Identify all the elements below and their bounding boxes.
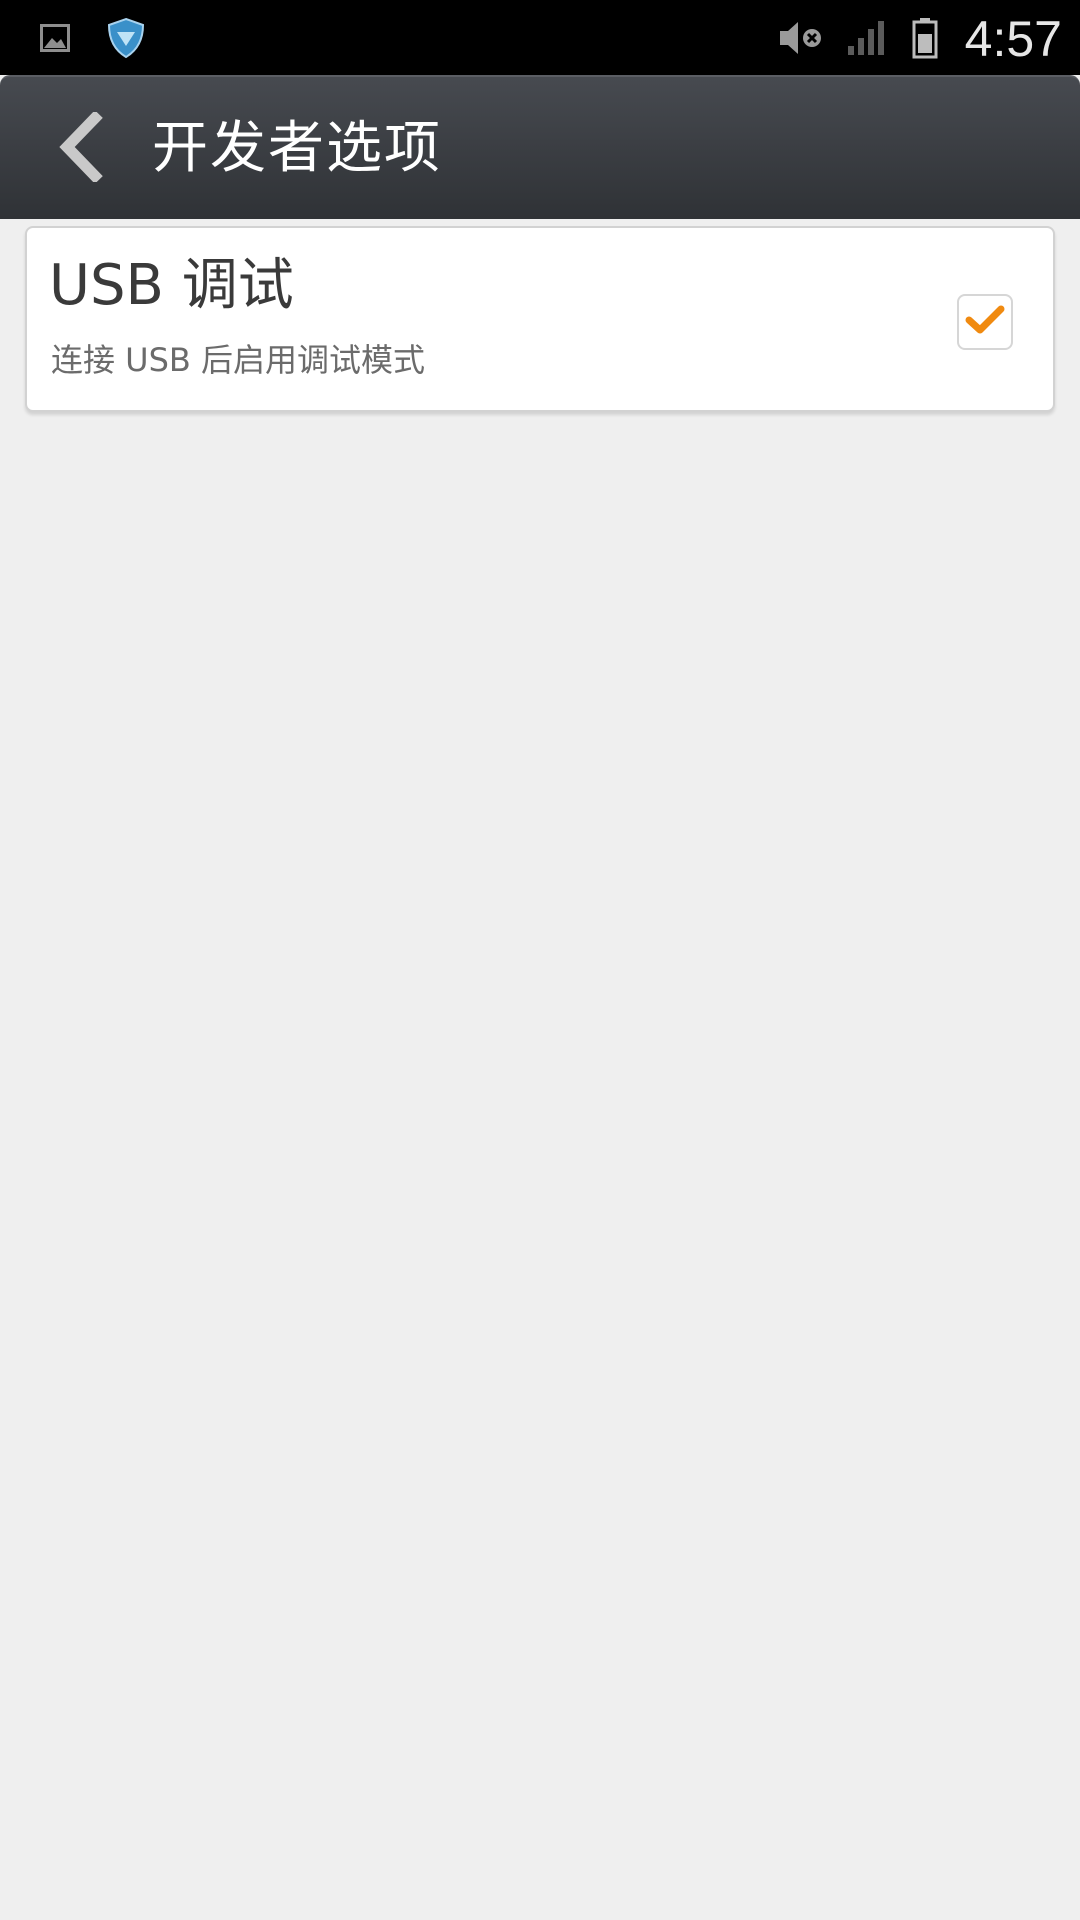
shield-icon [104, 0, 148, 75]
back-button[interactable] [30, 95, 130, 203]
checkmark-icon [965, 303, 1005, 341]
status-clock: 4:57 [964, 11, 1062, 67]
status-bar: 4:57 [0, 0, 1080, 75]
battery-icon [910, 0, 940, 75]
usb-debugging-row[interactable]: USB 调试 连接 USB 后启用调试模式 [25, 226, 1055, 412]
chevron-left-icon [55, 110, 105, 186]
usb-debugging-summary: 连接 USB 后启用调试模式 [51, 341, 426, 379]
page-title: 开发者选项 [152, 116, 442, 181]
action-bar: 开发者选项 [0, 75, 1080, 219]
usb-debugging-title: USB 调试 [49, 253, 294, 318]
volume-muted-icon [778, 0, 824, 75]
signal-icon [846, 0, 886, 75]
gallery-notification-icon [36, 0, 74, 75]
usb-debugging-checkbox[interactable] [957, 294, 1013, 350]
